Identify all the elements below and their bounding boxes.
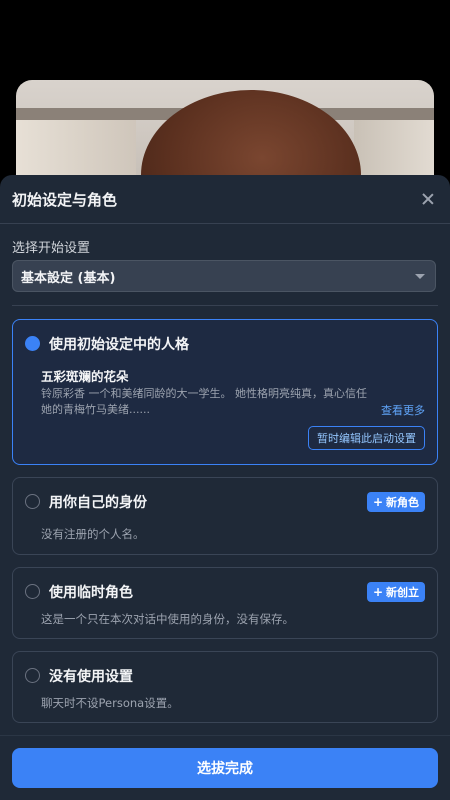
new-character-label: 新角色 [386, 496, 419, 509]
option-description: 没有注册的个人名。 [41, 527, 145, 541]
new-character-button[interactable]: + 新角色 [366, 492, 425, 512]
persona-name: 五彩斑斓的花朵 [41, 369, 129, 384]
radio-initial-persona[interactable] [25, 336, 40, 351]
selection-done-button[interactable]: 选拔完成 [12, 748, 438, 788]
plus-icon: + [372, 585, 383, 599]
radio-own-identity[interactable] [25, 494, 40, 509]
sheet-header: 初始设定与角色 [0, 175, 450, 224]
new-create-button[interactable]: + 新创立 [366, 582, 425, 602]
option-own-identity[interactable]: 用你自己的身份 + 新角色 没有注册的个人名。 [12, 477, 438, 555]
see-more-link[interactable]: 查看更多 [381, 402, 425, 418]
radio-no-setting[interactable] [25, 668, 40, 683]
edit-start-settings-button[interactable]: 暂时编辑此启动设置 [308, 426, 425, 450]
persona-settings-sheet: 初始设定与角色 选择开始设置 基本設定 (基本) 使用初始设定中的人格 五彩斑斓… [0, 175, 450, 800]
option-description: 这是一个只在本次对话中使用的身份，没有保存。 [41, 612, 294, 626]
option-title: 使用初始设定中的人格 [49, 337, 189, 353]
chevron-down-icon [415, 273, 425, 279]
start-settings-value: 基本設定 (基本) [21, 270, 116, 286]
divider [12, 305, 438, 306]
radio-temp-role[interactable] [25, 584, 40, 599]
close-icon[interactable] [418, 189, 438, 209]
option-description: 聊天时不设Persona设置。 [41, 696, 179, 710]
sheet-title: 初始设定与角色 [12, 190, 118, 209]
option-initial-persona[interactable]: 使用初始设定中的人格 五彩斑斓的花朵 铃原彩香 一个和美绪同龄的大一学生。 她性… [12, 319, 438, 465]
option-title: 使用临时角色 [49, 585, 133, 601]
option-temp-role[interactable]: 使用临时角色 + 新创立 这是一个只在本次对话中使用的身份，没有保存。 [12, 567, 438, 639]
new-create-label: 新创立 [386, 586, 419, 599]
option-title: 没有使用设置 [49, 669, 133, 685]
persona-description: 铃原彩香 一个和美绪同龄的大一学生。 她性格明亮纯真，真心信任她的青梅竹马美绪.… [41, 387, 367, 416]
start-settings-select[interactable]: 基本設定 (基本) [12, 260, 436, 292]
option-no-setting[interactable]: 没有使用设置 聊天时不设Persona设置。 [12, 651, 438, 723]
plus-icon: + [372, 495, 383, 509]
option-title: 用你自己的身份 [49, 495, 147, 511]
footer-divider [0, 735, 450, 736]
start-settings-label: 选择开始设置 [12, 241, 91, 256]
